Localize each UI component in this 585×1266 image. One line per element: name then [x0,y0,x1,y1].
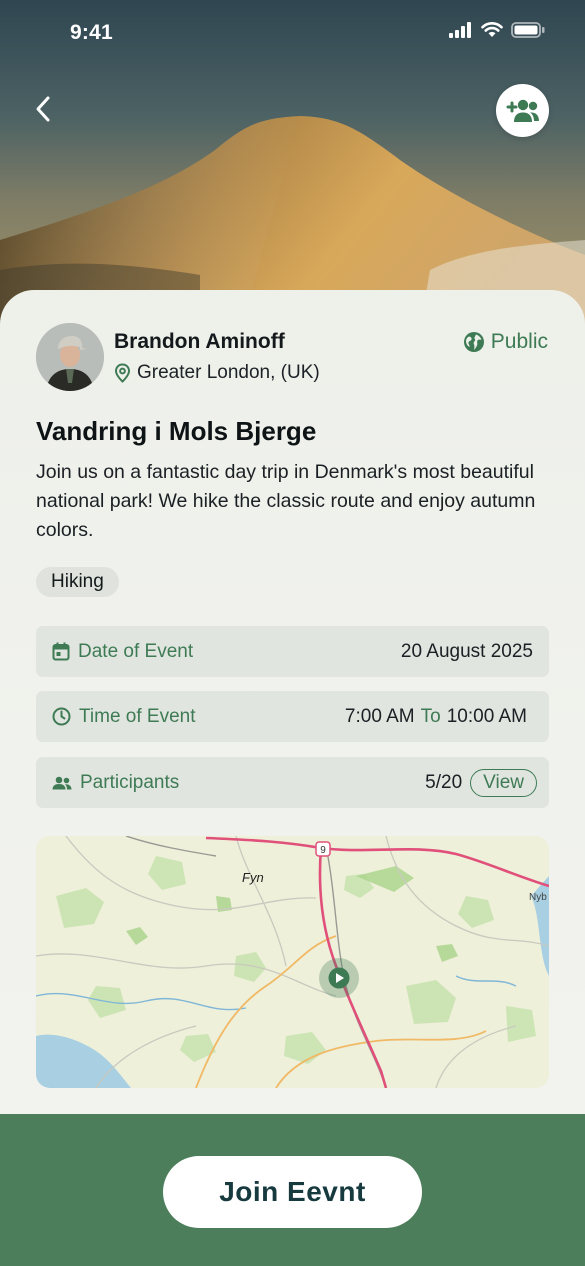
event-map[interactable]: 9 Fyn Nyb [36,836,549,1088]
event-title: Vandring i Mols Bjerge [36,416,317,446]
host-location: Greater London, (UK) [114,362,320,384]
event-card: Brandon Aminoff Greater London, (UK) Pub… [0,290,585,1120]
view-participants-button[interactable]: View [470,768,537,797]
date-label-text: Date of Event [78,640,194,662]
visibility-label: Public [490,330,548,353]
map-place-label: Fyn [242,870,264,885]
clock-icon [52,707,71,726]
chevron-left-icon [36,96,50,122]
avatar[interactable] [36,323,104,391]
hero-image [0,0,585,330]
wifi-icon [481,22,503,37]
date-value: 20 August 2025 [400,640,533,662]
time-label-text: Time of Event [79,705,196,727]
calendar-icon [52,642,70,661]
visibility-badge: Public [463,330,548,354]
time-label: Time of Event [52,706,196,728]
host-location-text: Greater London, (UK) [137,362,320,383]
time-value: 7:00 AM To 10:00 AM [345,706,527,728]
add-participant-button[interactable] [496,84,549,137]
avatar-image [36,323,104,391]
status-bar: 9:41 [0,18,585,48]
date-label: Date of Event [52,641,193,663]
participants-count: 5/20 [425,771,463,793]
time-row: Time of Event 7:00 AM To 10:00 AM [36,691,549,742]
participants-label: Participants [52,772,179,794]
battery-icon [511,22,545,38]
signal-icon [449,22,471,38]
time-end: 10:00 AM [446,705,527,727]
status-icons [449,22,545,38]
location-pin-icon [114,363,131,383]
status-time: 9:41 [70,21,113,44]
host-name[interactable]: Brandon Aminoff [114,330,285,354]
time-start: 7:00 AM [344,705,415,727]
participants-row: Participants 5/20 View [36,757,549,808]
participants-value-group: 5/20 View [425,768,537,797]
event-description: Join us on a fantastic day trip in Denma… [36,461,536,541]
map-road-number: 9 [320,845,326,856]
time-separator: To [420,705,441,727]
participants-label-text: Participants [80,771,180,793]
date-row: Date of Event 20 August 2025 [36,626,549,677]
join-event-button[interactable]: Join Eevnt [163,1156,422,1228]
globe-icon [463,332,484,352]
map-edge-label: Nyb [529,892,547,903]
add-group-icon [506,99,539,122]
mountain-illustration [0,116,585,330]
back-button[interactable] [26,88,66,132]
map-image: 9 Fyn Nyb [36,836,549,1088]
event-tag: Hiking [36,567,119,597]
people-icon [52,776,72,789]
footer-bar: Join Eevnt [0,1114,585,1266]
